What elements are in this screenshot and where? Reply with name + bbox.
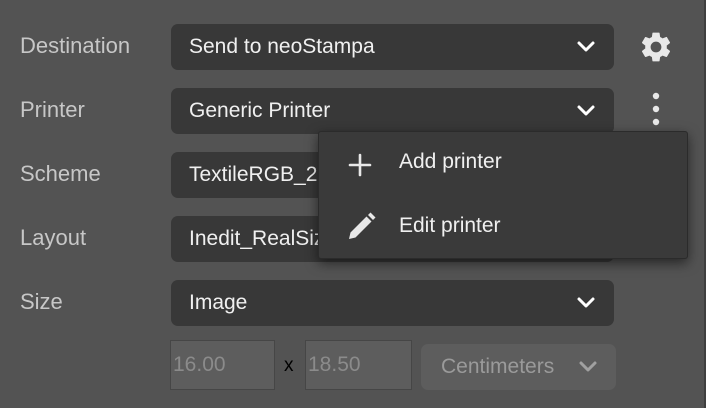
layout-label: Layout: [20, 225, 87, 250]
menu-item-add-printer[interactable]: Add printer: [319, 134, 687, 194]
kebab-menu-icon[interactable]: [648, 91, 664, 129]
scheme-label: Scheme: [20, 161, 101, 186]
layout-value: Inedit_RealSiz: [189, 227, 325, 250]
print-settings-panel: Destination Send to neoStampa Printer Ge…: [0, 0, 706, 408]
menu-item-label: Edit printer: [399, 214, 501, 237]
chevron-down-icon: [577, 41, 595, 52]
scheme-value: TextileRGB_2: [189, 163, 318, 186]
printer-select[interactable]: Generic Printer: [171, 88, 614, 134]
plus-icon: [348, 153, 372, 177]
size-label: Size: [20, 289, 63, 314]
gear-icon[interactable]: [638, 29, 674, 65]
chevron-down-icon: [577, 105, 595, 116]
destination-label: Destination: [20, 33, 131, 58]
printer-options-menu: Add printer Edit printer: [318, 131, 688, 259]
destination-select[interactable]: Send to neoStampa: [171, 24, 614, 70]
units-value: Centimeters: [441, 355, 555, 378]
width-field[interactable]: 16.00: [170, 340, 275, 390]
chevron-down-icon: [579, 361, 597, 372]
destination-value: Send to neoStampa: [189, 35, 375, 58]
printer-label: Printer: [20, 97, 85, 122]
chevron-down-icon: [577, 297, 595, 308]
size-select[interactable]: Image: [171, 280, 614, 326]
units-select[interactable]: Centimeters: [421, 344, 616, 390]
menu-item-edit-printer[interactable]: Edit printer: [319, 198, 687, 258]
size-value: Image: [189, 291, 248, 314]
height-field[interactable]: 18.50: [305, 340, 412, 390]
dimension-separator: x: [284, 355, 294, 376]
printer-value: Generic Printer: [189, 99, 331, 122]
menu-item-label: Add printer: [399, 150, 502, 173]
pencil-icon: [349, 212, 376, 239]
